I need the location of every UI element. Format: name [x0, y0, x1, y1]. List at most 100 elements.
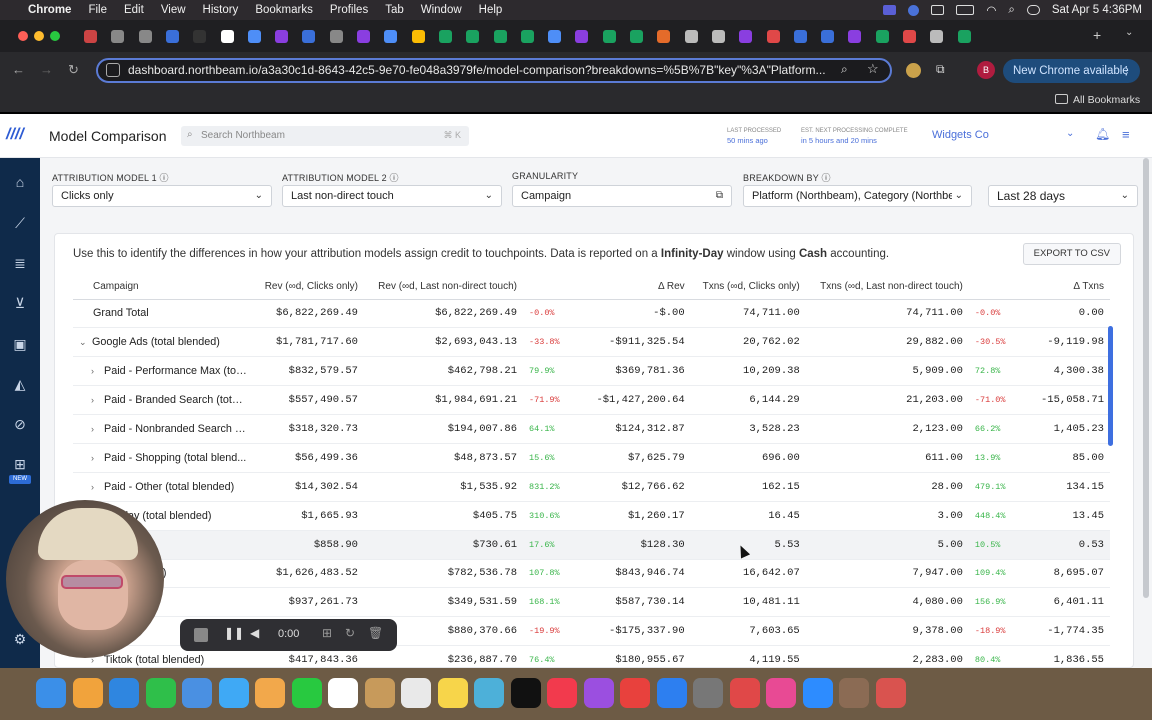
search-icon[interactable]: ⌕	[1008, 4, 1014, 17]
workspace-selector[interactable]: Widgets Co	[932, 129, 989, 141]
browser-tab[interactable]	[438, 30, 452, 43]
maximize-window-button[interactable]	[50, 31, 60, 41]
dock-app-icon[interactable]	[291, 678, 322, 708]
browser-tab[interactable]	[466, 30, 480, 43]
column-header[interactable]: Txns (∞d, Clicks only)	[690, 276, 806, 300]
menu-history[interactable]: History	[203, 4, 239, 16]
stop-icon[interactable]	[194, 628, 208, 642]
menu-window[interactable]: Window	[421, 4, 462, 16]
browser-tab[interactable]	[275, 30, 289, 43]
dock-app-icon[interactable]	[875, 678, 906, 708]
wifi-icon[interactable]: ◠	[986, 3, 996, 17]
hamburger-menu-icon[interactable]: ≡	[1122, 127, 1130, 142]
browser-tab[interactable]	[848, 30, 862, 43]
dock-app-icon[interactable]	[145, 678, 176, 708]
dock-app-icon[interactable]	[109, 678, 139, 708]
browser-tab[interactable]	[957, 30, 971, 43]
browser-tab[interactable]	[739, 30, 753, 43]
table-row[interactable]: › blended)$858.90$730.6117.6%$128.305.53…	[73, 530, 1110, 560]
browser-tab[interactable]	[766, 30, 780, 43]
zoom-lens-icon[interactable]: ⌕	[841, 62, 848, 77]
webcam-overlay[interactable]	[6, 500, 164, 658]
table-row[interactable]: › otal blended)$1,626,483.52$782,536.781…	[73, 559, 1110, 589]
breakdown-select[interactable]: Platform (Northbeam), Category (Northbe.…	[743, 185, 972, 207]
trend-chart-icon[interactable]: ⟋	[11, 214, 29, 232]
column-header[interactable]: Δ Txns	[1030, 276, 1110, 300]
image-icon[interactable]: ▣	[11, 335, 29, 353]
new-tab-button[interactable]: +	[1093, 27, 1101, 43]
browser-tab[interactable]	[793, 30, 807, 43]
browser-tab[interactable]	[193, 30, 207, 43]
column-header[interactable]: Campaign	[73, 276, 253, 300]
column-header[interactable]: Rev (∞d, Clicks only)	[253, 276, 364, 300]
dock-app-icon[interactable]	[510, 678, 541, 708]
rewind-icon[interactable]: ◀	[250, 626, 259, 640]
attribution-model-2-select[interactable]: Last non-direct touch ⌄	[282, 185, 502, 207]
pause-icon[interactable]: ❚❚	[224, 626, 244, 640]
dock-app-icon[interactable]	[693, 678, 723, 708]
megaphone-icon[interactable]: ◭	[11, 375, 29, 393]
browser-tab[interactable]	[329, 30, 343, 43]
chevron-right-icon[interactable]: ›	[91, 453, 101, 463]
column-header[interactable]: Txns (∞d, Last non-direct touch)	[805, 276, 969, 300]
browser-tab[interactable]	[111, 30, 125, 43]
browser-tab[interactable]	[411, 30, 425, 43]
table-row[interactable]: Grand Total $6,822,269.49 $6,822,269.49 -0.…	[73, 299, 1110, 329]
dock-app-icon[interactable]	[474, 678, 504, 708]
trash-icon[interactable]: 🗑︎	[368, 626, 383, 640]
table-row[interactable]: › Paid - Nonbranded Search (... $318,320.…	[73, 414, 1110, 444]
site-info-icon[interactable]	[106, 63, 120, 77]
menu-edit[interactable]: Edit	[124, 4, 144, 16]
browser-tab[interactable]	[247, 30, 261, 43]
forward-icon[interactable]: →	[40, 62, 53, 77]
browser-tab[interactable]	[165, 30, 179, 43]
menu-view[interactable]: View	[161, 4, 186, 16]
menu-tab[interactable]: Tab	[385, 4, 404, 16]
table-row[interactable]: › Paid - Branded Search (total... $557,49…	[73, 385, 1110, 416]
new-feature-icon[interactable]: ⊞	[11, 455, 29, 473]
browser-tab[interactable]	[384, 30, 398, 43]
browser-tab[interactable]	[84, 30, 97, 43]
dock-app-icon[interactable]	[766, 678, 796, 708]
table-scrollbar[interactable]	[1108, 326, 1113, 446]
export-csv-button[interactable]: EXPORT TO CSV	[1022, 243, 1121, 265]
cart-icon[interactable]: ⊻	[11, 294, 29, 312]
address-bar[interactable]: dashboard.northbeam.io/a3a30c1d-8643-42c…	[96, 58, 892, 83]
browser-tab[interactable]	[630, 30, 643, 43]
browser-tab[interactable]	[875, 30, 889, 43]
reload-icon[interactable]: ↻	[68, 62, 79, 78]
dock-app-icon[interactable]	[36, 678, 66, 708]
workspace-chevron-icon[interactable]: ⌄	[1066, 128, 1074, 139]
search-input[interactable]: ⌕ Search Northbeam ⌘ K	[181, 126, 469, 146]
dock-app-icon[interactable]	[729, 678, 760, 708]
extensions-puzzle-icon[interactable]: ⧉	[936, 62, 945, 77]
chevron-right-icon[interactable]: ›	[91, 424, 101, 434]
browser-tab[interactable]	[302, 30, 316, 43]
dock-app-icon[interactable]	[255, 678, 285, 708]
browser-tab[interactable]	[520, 30, 534, 43]
all-bookmarks[interactable]: All Bookmarks	[1073, 94, 1140, 106]
zoom-icon[interactable]	[908, 4, 920, 16]
chevron-right-icon[interactable]: ›	[91, 482, 101, 492]
dock-app-icon[interactable]	[802, 678, 833, 708]
browser-tab[interactable]	[602, 30, 616, 43]
table-row[interactable]: › Paid - Performance Max (tot... $832,579…	[73, 356, 1110, 387]
table-row[interactable]: › Paid - Shopping (total blend... $56,499…	[73, 443, 1110, 473]
extension-icon[interactable]	[906, 63, 921, 78]
notification-bell-icon[interactable]: 🔔︎	[1095, 127, 1110, 141]
table-row[interactable]: › Paid - Other (total blended) $14,302.54…	[73, 472, 1110, 502]
column-header[interactable]: Rev (∞d, Last non-direct touch)	[363, 276, 524, 300]
tab-search-icon[interactable]: ⌄	[1125, 27, 1133, 38]
home-icon[interactable]: ⌂	[11, 173, 29, 191]
browser-tab[interactable]	[220, 30, 234, 43]
date-range-select[interactable]: Last 28 days ⌄	[988, 185, 1138, 207]
dock-app-icon[interactable]	[547, 678, 577, 708]
browser-tab[interactable]	[930, 30, 944, 43]
browser-tab[interactable]	[821, 30, 835, 43]
table-row[interactable]: › Display (total blended)$1,665.93$405.7…	[73, 501, 1110, 531]
bookmark-star-icon[interactable]: ☆	[867, 61, 879, 77]
close-window-button[interactable]	[18, 31, 28, 41]
browser-tab[interactable]	[138, 30, 152, 43]
back-icon[interactable]: ←	[12, 62, 25, 77]
display-icon[interactable]	[931, 5, 945, 15]
